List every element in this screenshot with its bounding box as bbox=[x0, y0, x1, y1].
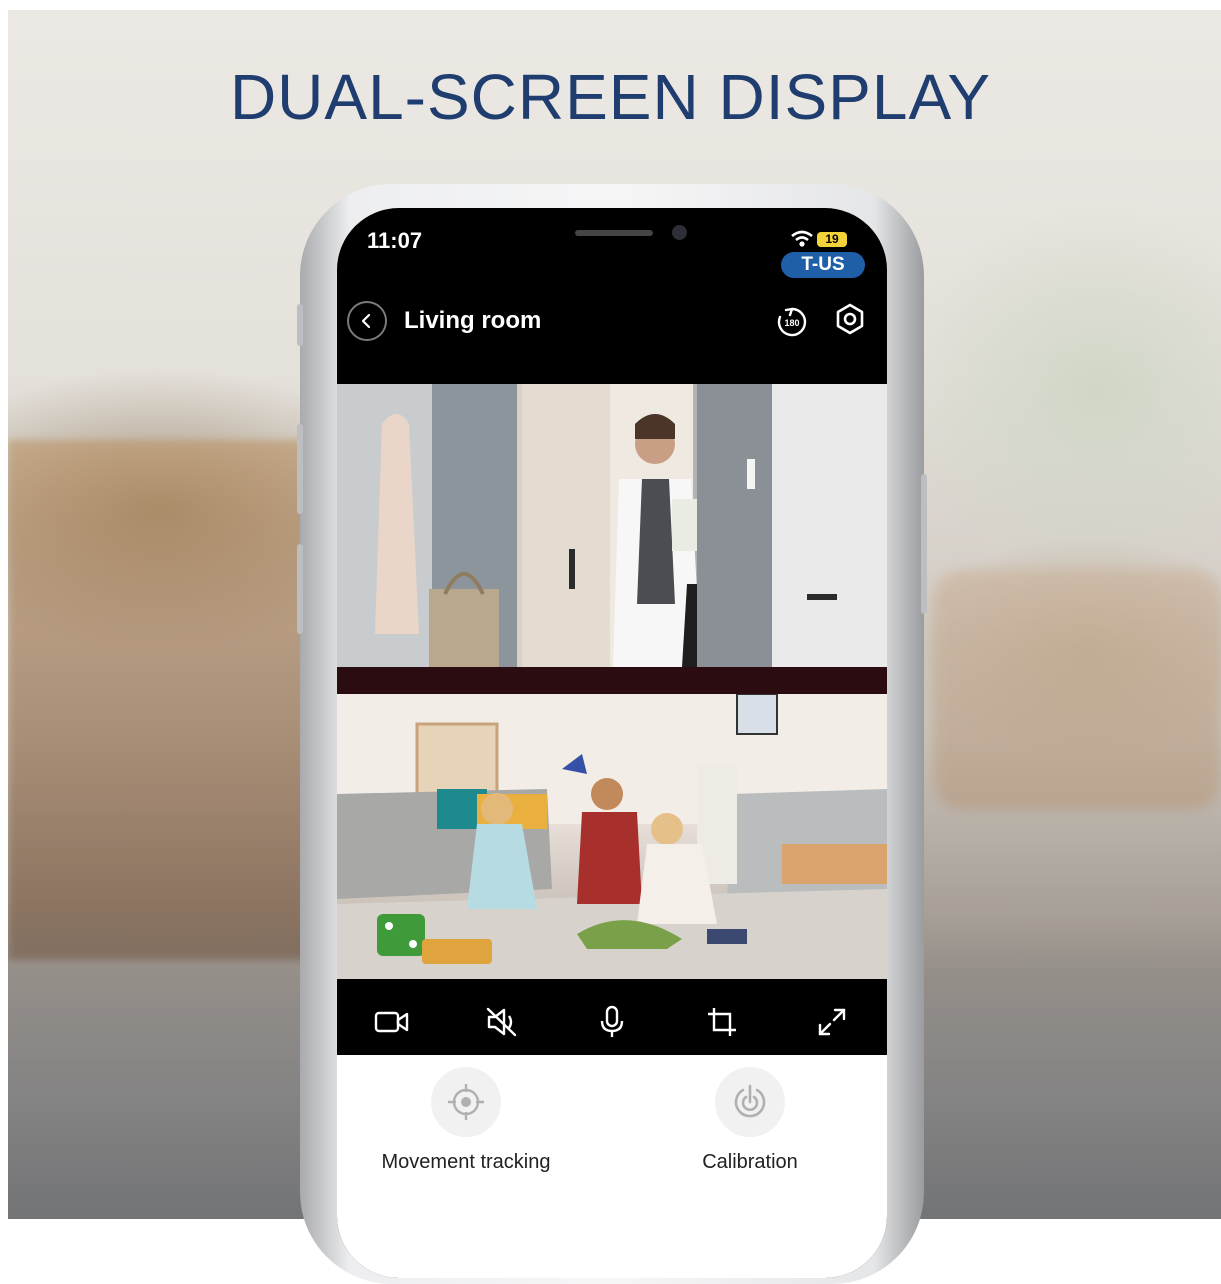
power-button bbox=[921, 474, 927, 614]
page-title: Living room bbox=[404, 307, 542, 334]
calibration-icon bbox=[734, 1084, 766, 1118]
volume-up-button bbox=[297, 424, 303, 514]
movement-tracking-option[interactable]: Movement tracking bbox=[346, 1055, 586, 1174]
entrance-scene bbox=[337, 384, 887, 667]
back-button[interactable] bbox=[347, 301, 387, 341]
camera-feed-entrance[interactable] bbox=[337, 384, 887, 667]
record-button[interactable] bbox=[371, 1001, 413, 1043]
notch bbox=[457, 208, 767, 265]
speaker-muted-icon bbox=[486, 1007, 517, 1037]
calibration-option[interactable]: Calibration bbox=[630, 1055, 870, 1174]
feature-panel: Movement tracking Calibration bbox=[337, 1055, 887, 1278]
headline: DUAL-SCREEN DISPLAY bbox=[229, 61, 992, 133]
phone-frame: 11:07 19 T-US Living room 180 Movement t… bbox=[297, 184, 927, 1284]
crosshair-icon bbox=[448, 1084, 484, 1120]
status-time: 11:07 bbox=[367, 228, 423, 253]
phone-screen: 11:07 19 T-US Living room 180 Movement t… bbox=[337, 208, 887, 1278]
rotate-180-button[interactable]: 180 bbox=[774, 304, 810, 340]
background-cabinet bbox=[8, 440, 308, 960]
playback-controls bbox=[337, 989, 887, 1055]
silent-switch bbox=[297, 304, 303, 346]
carrier-badge: T-US bbox=[781, 252, 865, 278]
calibration-label: Calibration bbox=[702, 1151, 798, 1173]
movement-tracking-label: Movement tracking bbox=[381, 1151, 551, 1173]
settings-hexagon-icon bbox=[836, 303, 864, 335]
calibration-icon-wrap bbox=[715, 1067, 785, 1137]
video-camera-icon bbox=[374, 1011, 409, 1033]
volume-down-button bbox=[297, 544, 303, 634]
crop-button[interactable] bbox=[701, 1001, 743, 1043]
status-indicators: 19 T-US bbox=[777, 228, 877, 280]
settings-button[interactable] bbox=[832, 301, 868, 337]
microphone-icon bbox=[600, 1005, 624, 1037]
app-header: Living room 180 bbox=[337, 292, 887, 362]
rotate-180-icon: 180 bbox=[777, 307, 807, 337]
feed-divider bbox=[337, 667, 887, 694]
mute-button[interactable] bbox=[481, 1001, 523, 1043]
living-room-scene bbox=[337, 694, 887, 979]
movement-tracking-icon-wrap bbox=[431, 1067, 501, 1137]
earpiece bbox=[575, 230, 653, 236]
talk-button[interactable] bbox=[591, 1001, 633, 1043]
rotate-label: 180 bbox=[784, 318, 799, 328]
chevron-left-icon bbox=[361, 313, 371, 329]
fullscreen-button[interactable] bbox=[811, 1001, 853, 1043]
camera-feed-living-room[interactable] bbox=[337, 694, 887, 979]
expand-icon bbox=[818, 1008, 846, 1036]
front-camera bbox=[672, 225, 687, 240]
wifi-icon bbox=[791, 230, 813, 247]
background-sofa bbox=[933, 570, 1221, 810]
battery-level: 19 bbox=[817, 232, 847, 247]
crop-icon bbox=[708, 1008, 736, 1036]
